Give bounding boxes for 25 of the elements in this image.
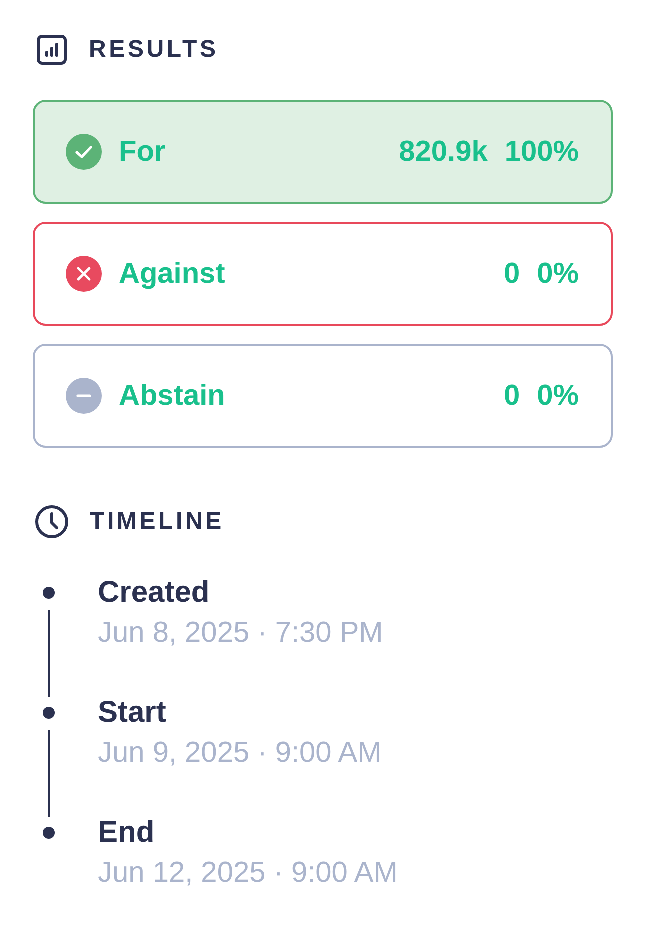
event-date: Jun 8, 2025 · 7:30 PM xyxy=(98,616,384,651)
clock-icon xyxy=(35,505,69,539)
vote-percent: 0% xyxy=(537,380,579,412)
option-label: Abstain xyxy=(119,380,226,412)
vote-count: 0 xyxy=(504,258,520,290)
event-date: Jun 12, 2025 · 9:00 AM xyxy=(98,856,398,891)
minus-circle-icon xyxy=(66,378,102,414)
event-title: Start xyxy=(98,695,166,731)
section-title: RESULTS xyxy=(89,35,219,65)
timeline-dot-icon xyxy=(43,827,55,839)
timeline-dot-icon xyxy=(43,587,55,599)
bar-chart-icon xyxy=(37,35,67,65)
vote-percent: 0% xyxy=(537,258,579,290)
vote-count: 0 xyxy=(504,380,520,412)
vote-percent: 100% xyxy=(504,136,579,168)
event-date: Jun 9, 2025 · 9:00 AM xyxy=(98,736,382,771)
event-title: Created xyxy=(98,575,210,611)
option-label: For xyxy=(119,136,166,168)
x-circle-icon xyxy=(66,256,102,292)
option-label: Against xyxy=(119,258,226,290)
vote-count: 820.9k xyxy=(399,136,488,168)
check-circle-icon xyxy=(66,134,102,170)
section-title: TIMELINE xyxy=(90,507,224,537)
event-title: End xyxy=(98,815,155,851)
timeline-dot-icon xyxy=(43,707,55,719)
